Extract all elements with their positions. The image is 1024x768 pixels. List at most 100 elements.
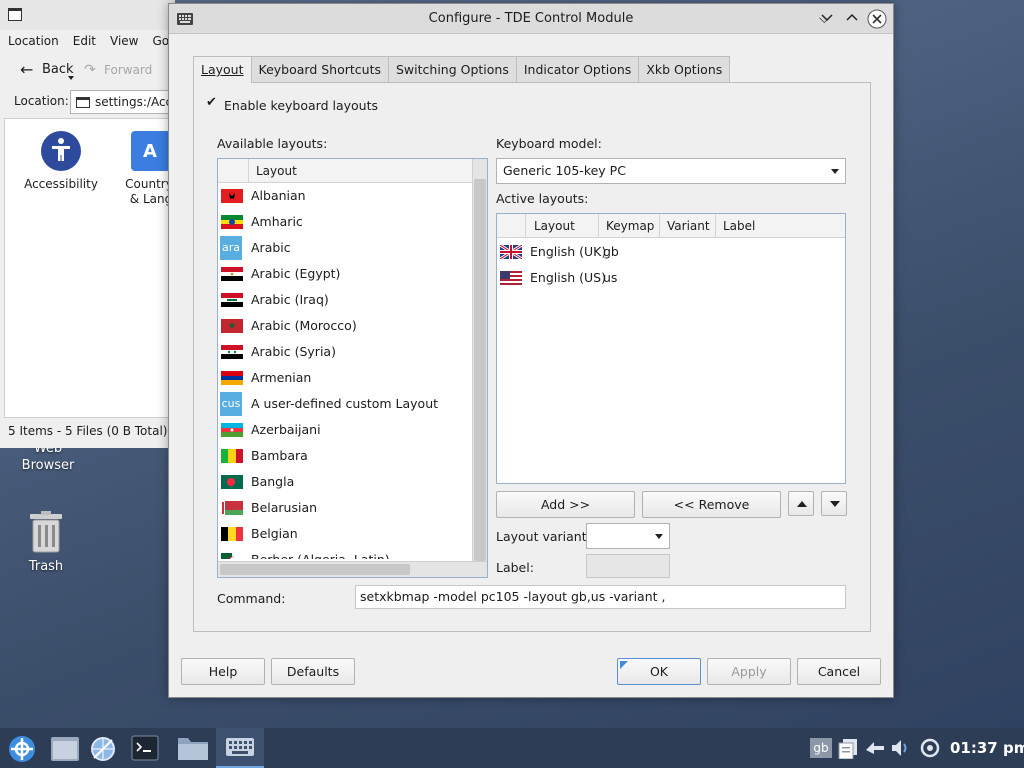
enable-layouts-label[interactable]: Enable keyboard layouts bbox=[224, 98, 378, 113]
svg-text:A: A bbox=[143, 141, 157, 162]
remove-layout-button[interactable]: << Remove bbox=[642, 491, 781, 518]
volume-icon[interactable] bbox=[890, 737, 910, 759]
layout-name: Bambara bbox=[251, 448, 308, 463]
forward-label: Forward bbox=[104, 63, 153, 77]
start-menu-icon[interactable] bbox=[8, 735, 36, 763]
active-layouts-table[interactable]: Layout Keymap Variant Label English (UK)… bbox=[496, 213, 846, 484]
clipboard-icon[interactable] bbox=[837, 737, 859, 759]
available-layout-row[interactable]: Arabic (Syria) bbox=[218, 339, 472, 365]
available-layout-row[interactable]: Bangla bbox=[218, 469, 472, 495]
available-layout-row[interactable]: Bambara bbox=[218, 443, 472, 469]
active-layout-row[interactable]: English (UK) gb bbox=[497, 239, 845, 265]
apply-button[interactable]: Apply bbox=[707, 658, 791, 685]
defaults-button[interactable]: Defaults bbox=[271, 658, 355, 685]
web-browser-icon[interactable] bbox=[88, 734, 118, 764]
vertical-scrollbar[interactable] bbox=[472, 159, 487, 561]
header-keymap[interactable]: Keymap bbox=[606, 214, 654, 238]
available-layout-row[interactable]: Berber (Algeria, Latin) bbox=[218, 547, 472, 559]
folder-icon bbox=[76, 97, 90, 108]
ethiopia-flag-icon bbox=[221, 215, 243, 229]
location-bar: Location: settings:/Acc bbox=[0, 88, 175, 116]
horizontal-scrollbar-handle[interactable] bbox=[220, 564, 410, 575]
ok-button[interactable]: OK bbox=[617, 658, 701, 685]
update-icon[interactable] bbox=[919, 737, 941, 759]
keyboard-layout-indicator[interactable]: gb bbox=[810, 738, 832, 758]
chevron-up-icon[interactable] bbox=[846, 13, 858, 21]
ok-label: OK bbox=[649, 664, 669, 679]
available-layout-row[interactable]: Belarusian bbox=[218, 495, 472, 521]
help-button[interactable]: Help bbox=[181, 658, 265, 685]
file-manager-view: Accessibility A Country/ & Lang bbox=[4, 118, 177, 418]
tab-keyboard-shortcuts[interactable]: Keyboard Shortcuts bbox=[250, 56, 389, 82]
desktop-icon-trash[interactable]: Trash bbox=[6, 510, 86, 575]
layout-variant-label: Layout variant: bbox=[496, 529, 591, 544]
available-layout-row[interactable]: Albanian bbox=[218, 183, 472, 209]
uk-flag-icon bbox=[500, 245, 522, 259]
tab-bar: Layout Keyboard Shortcuts Switching Opti… bbox=[193, 56, 731, 83]
forward-arrow-icon: ↷ bbox=[84, 62, 96, 78]
egypt-flag-icon bbox=[221, 267, 243, 281]
tab-switching-options[interactable]: Switching Options bbox=[388, 56, 517, 82]
window-menu-icon[interactable] bbox=[8, 8, 22, 21]
back-dropdown-icon[interactable] bbox=[68, 76, 74, 80]
keyboard-model-select[interactable]: Generic 105-key PC bbox=[496, 158, 846, 184]
label-label: Label: bbox=[496, 560, 534, 575]
tab-indicator-options[interactable]: Indicator Options bbox=[515, 56, 640, 82]
add-layout-button[interactable]: Add >> bbox=[496, 491, 635, 518]
dropdown-arrow-icon bbox=[655, 534, 663, 539]
enable-layouts-checkbox[interactable]: ✔ bbox=[206, 95, 218, 111]
cancel-button[interactable]: Cancel bbox=[797, 658, 881, 685]
available-layout-row[interactable]: Arabic (Iraq) bbox=[218, 287, 472, 313]
tab-label: Switching Options bbox=[396, 62, 509, 77]
active-layout-row[interactable]: English (US) us bbox=[497, 265, 845, 291]
menu-view[interactable]: View bbox=[110, 30, 138, 52]
chevron-down-icon[interactable] bbox=[821, 14, 833, 22]
tab-xkb-options[interactable]: Xkb Options bbox=[638, 56, 731, 82]
layout-name: Arabic (Morocco) bbox=[251, 318, 357, 333]
menu-location[interactable]: Location bbox=[8, 30, 59, 52]
row-keymap: us bbox=[603, 270, 618, 285]
taskbar-item-configure[interactable] bbox=[216, 728, 264, 768]
available-layout-row[interactable]: cus A user-defined custom Layout bbox=[218, 391, 472, 417]
clock[interactable]: 01:37 pm bbox=[950, 728, 1024, 768]
tab-layout[interactable]: Layout bbox=[193, 56, 252, 83]
available-layout-row[interactable]: Arabic (Egypt) bbox=[218, 261, 472, 287]
available-layout-row[interactable]: Belgian bbox=[218, 521, 472, 547]
menu-edit[interactable]: Edit bbox=[73, 30, 96, 52]
network-icon[interactable] bbox=[864, 738, 886, 758]
layout-name: Amharic bbox=[251, 214, 303, 229]
menu-go[interactable]: Go bbox=[153, 30, 170, 52]
available-layout-row[interactable]: Arabic (Morocco) bbox=[218, 313, 472, 339]
available-layout-row[interactable]: Amharic bbox=[218, 209, 472, 235]
move-up-button[interactable] bbox=[788, 491, 814, 516]
bangladesh-flag-icon bbox=[221, 475, 243, 489]
armenia-flag-icon bbox=[221, 371, 243, 385]
header-layout[interactable]: Layout bbox=[534, 214, 575, 238]
file-manager-icon[interactable] bbox=[177, 734, 209, 762]
back-arrow-icon: ← bbox=[20, 60, 34, 79]
available-layout-row[interactable]: ara Arabic bbox=[218, 235, 472, 261]
horizontal-scrollbar[interactable] bbox=[218, 561, 487, 577]
show-desktop-icon[interactable] bbox=[50, 735, 80, 763]
algeria-flag-icon bbox=[221, 553, 243, 559]
available-layout-row[interactable]: Azerbaijani bbox=[218, 417, 472, 443]
terminal-icon[interactable] bbox=[131, 735, 159, 761]
command-field[interactable]: setxkbmap -model pc105 -layout gb,us -va… bbox=[355, 585, 846, 609]
scrollbar-handle[interactable] bbox=[474, 179, 486, 561]
available-header[interactable]: Layout bbox=[218, 159, 472, 183]
label-input[interactable] bbox=[586, 554, 670, 578]
file-manager-titlebar bbox=[0, 0, 175, 30]
available-layouts-list[interactable]: Layout Albanian Amharic ara Arabic Arabic (E… bbox=[217, 158, 488, 578]
header-label[interactable]: Label bbox=[723, 214, 755, 238]
layout-variant-select[interactable] bbox=[586, 523, 670, 549]
active-header: Layout Keymap Variant Label bbox=[497, 214, 845, 238]
layout-name: Azerbaijani bbox=[251, 422, 321, 437]
item-accessibility[interactable]: Accessibility bbox=[15, 131, 107, 191]
location-input[interactable]: settings:/Acc bbox=[70, 90, 175, 114]
header-variant[interactable]: Variant bbox=[667, 214, 710, 238]
layout-tab-panel: ✔ Enable keyboard layouts Available layo… bbox=[193, 82, 871, 632]
move-down-button[interactable] bbox=[821, 491, 847, 516]
close-icon[interactable] bbox=[867, 9, 887, 29]
keyboard-icon bbox=[226, 738, 254, 756]
available-layout-row[interactable]: Armenian bbox=[218, 365, 472, 391]
